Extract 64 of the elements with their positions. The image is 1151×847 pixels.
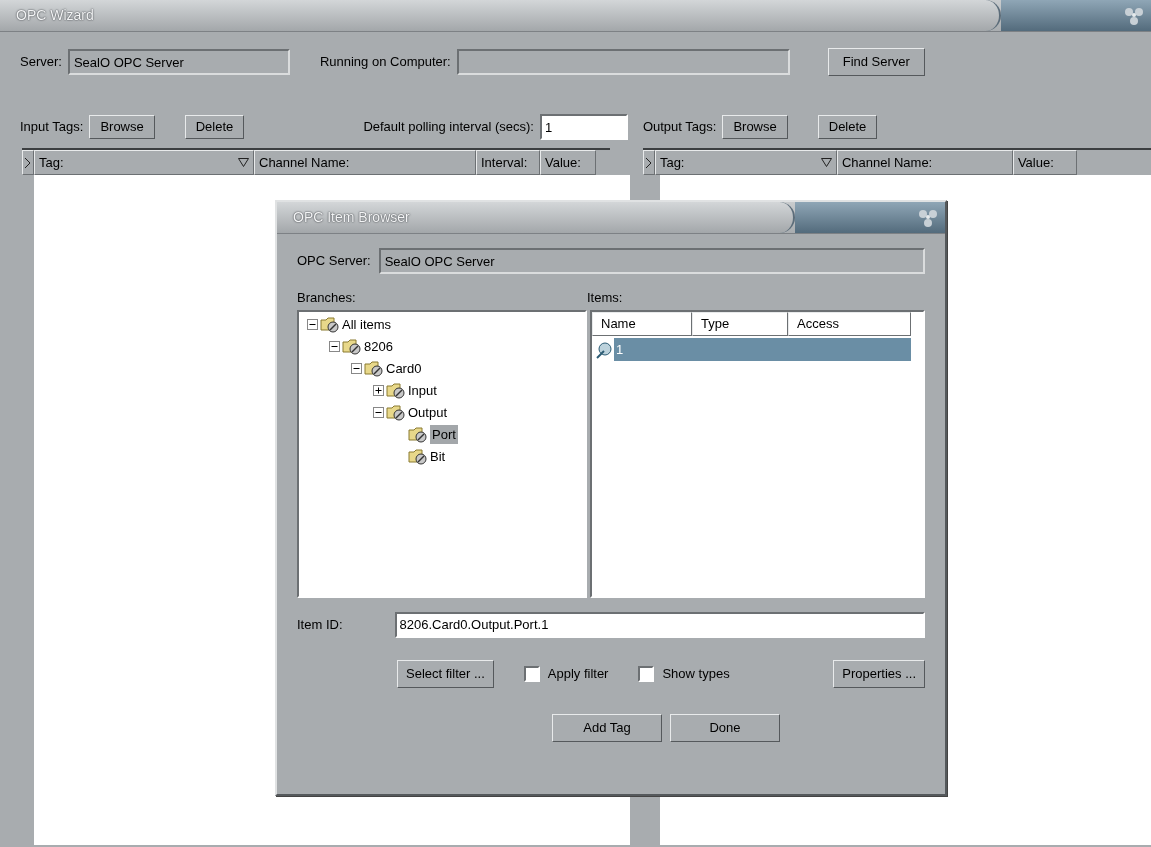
browse-button[interactable]: Browse	[722, 115, 788, 139]
row-header-icon	[22, 150, 34, 175]
input-tags-label: Input Tags:	[20, 118, 84, 137]
delete-button[interactable]: Delete	[817, 115, 878, 139]
folder-icon	[408, 447, 428, 466]
column-header[interactable]: Type	[692, 311, 788, 336]
column-header[interactable]: Name	[592, 311, 692, 336]
folder-icon	[386, 403, 406, 422]
collapse-icon[interactable]	[373, 407, 384, 418]
folder-icon	[364, 359, 384, 378]
delete-button[interactable]: Delete	[184, 115, 245, 139]
sort-icon[interactable]	[238, 158, 249, 167]
tag-icon	[594, 339, 614, 360]
folder-icon	[342, 337, 362, 356]
collapse-icon[interactable]	[307, 319, 318, 330]
show-types-label: Show types	[662, 664, 730, 683]
browse-button[interactable]: Browse	[89, 115, 155, 139]
server-label: Server:	[20, 53, 62, 72]
column-header[interactable]: Value:	[1012, 150, 1077, 175]
column-header[interactable]: Tag:	[654, 150, 837, 175]
column-header[interactable]: Channel Name:	[836, 150, 1013, 175]
expand-icon[interactable]	[373, 385, 384, 396]
sort-icon[interactable]	[820, 158, 832, 167]
column-header[interactable]: Access	[788, 311, 911, 336]
tree-item[interactable]: Output	[408, 402, 448, 423]
window-title: OPC Wizard	[16, 6, 94, 25]
done-button[interactable]: Done	[670, 713, 780, 742]
collapse-icon[interactable]	[351, 363, 362, 374]
folder-icon	[320, 315, 340, 334]
folder-icon	[408, 425, 428, 444]
dialog-title: OPC Item Browser	[293, 208, 410, 227]
collapse-icon[interactable]	[329, 341, 340, 352]
tree-item[interactable]: Port	[430, 424, 458, 445]
find-server-button[interactable]: Find Server	[827, 48, 925, 76]
trefoil-icon	[917, 207, 939, 228]
tree-item[interactable]: Input	[408, 380, 437, 401]
tree-item[interactable]: 8206	[364, 336, 393, 357]
apply-filter-label: Apply filter	[547, 664, 609, 683]
show-types-checkbox[interactable]	[638, 665, 655, 682]
folder-icon	[386, 381, 406, 400]
tree-item[interactable]: Card0	[386, 358, 422, 379]
item-id-label: Item ID:	[297, 615, 343, 634]
output-tags-label: Output Tags:	[642, 118, 717, 137]
items-label: Items:	[587, 290, 623, 305]
trefoil-icon	[1123, 5, 1145, 26]
tree-item[interactable]: Bit	[430, 446, 446, 467]
column-header[interactable]: Channel Name:	[254, 150, 476, 175]
select-filter-button[interactable]: Select filter ...	[397, 659, 494, 688]
properties-button[interactable]: Properties ...	[833, 659, 925, 688]
interval-label: Default polling interval (secs):	[363, 118, 534, 137]
branches-label: Branches:	[297, 290, 356, 305]
column-header[interactable]: Tag:	[34, 150, 254, 175]
add-tag-button[interactable]: Add Tag	[552, 713, 662, 742]
item-id-field[interactable]: 8206.Card0.Output.Port.1	[394, 611, 925, 638]
server-field: SealO OPC Server	[67, 49, 290, 75]
row-header-icon	[642, 150, 655, 175]
apply-filter-checkbox[interactable]	[523, 665, 540, 682]
column-header[interactable]: Interval:	[476, 150, 540, 175]
interval-field[interactable]: 1	[539, 114, 628, 140]
tree-item[interactable]: All items	[342, 314, 392, 335]
computer-label: Running on Computer:	[319, 53, 451, 72]
opc-server-field: SealO OPC Server	[378, 248, 925, 274]
opc-server-label: OPC Server:	[297, 252, 371, 271]
column-header[interactable]: Value:	[540, 150, 596, 175]
